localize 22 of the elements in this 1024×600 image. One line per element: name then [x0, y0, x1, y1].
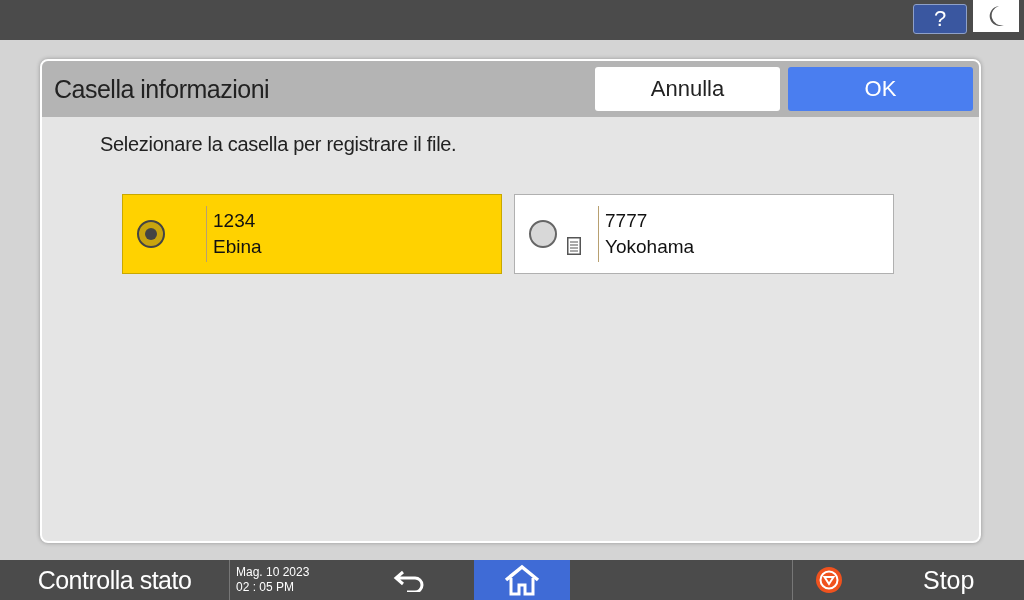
box-card[interactable]: 7777 Yokohama: [514, 194, 894, 274]
home-icon: [503, 564, 541, 596]
cancel-button[interactable]: Annulla: [595, 67, 780, 111]
box-name: Yokohama: [605, 235, 695, 259]
box-number: 1234: [213, 209, 257, 233]
status-button[interactable]: Controlla stato: [0, 560, 230, 600]
box-name: Ebina: [213, 235, 262, 259]
help-button[interactable]: ?: [913, 4, 967, 34]
box-number: 7777: [605, 209, 649, 233]
stop-button[interactable]: Stop: [793, 560, 1024, 600]
radio-button[interactable]: [529, 220, 557, 248]
radio-button[interactable]: [137, 220, 165, 248]
box-card[interactable]: 1234 Ebina: [122, 194, 502, 274]
time-text: 02 : 05 PM: [236, 580, 296, 595]
stop-icon: [815, 566, 843, 594]
ok-button[interactable]: OK: [788, 67, 973, 111]
dialog-title: Casella informazioni: [54, 74, 271, 104]
home-button[interactable]: [474, 560, 570, 600]
date-text: Mag. 10 2023: [236, 565, 311, 580]
moon-icon: [987, 5, 1005, 27]
sleep-button[interactable]: [973, 0, 1019, 32]
instruction-text: Selezionare la casella per registrare il file.: [100, 133, 458, 156]
